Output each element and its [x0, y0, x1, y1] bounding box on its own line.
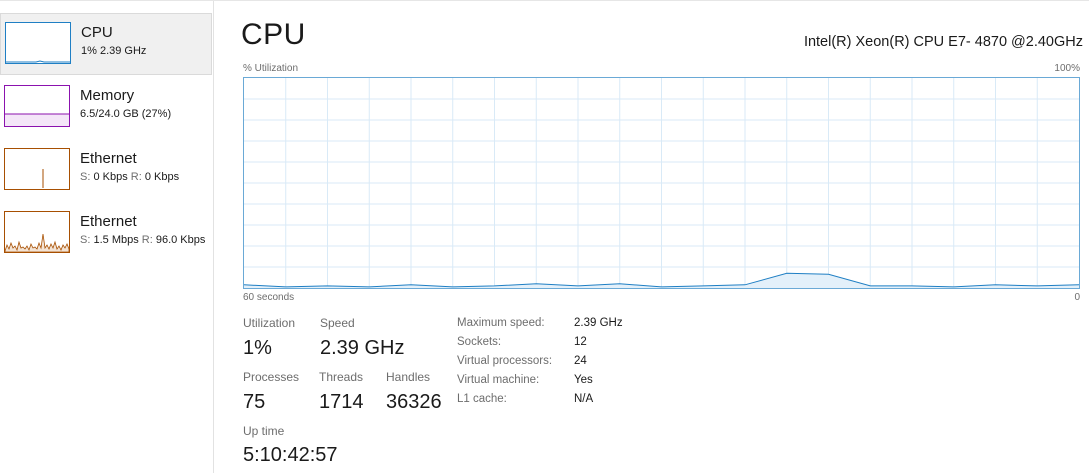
- sidebar-item-subtitle: 6.5/24.0 GB (27%): [80, 108, 172, 120]
- ethernet-thumbnail-graph: [4, 211, 70, 253]
- ethernet-thumbnail-graph: [4, 148, 70, 190]
- spec-label-virtual-processors: Virtual processors:: [457, 355, 553, 367]
- utilization-value: 1%: [243, 337, 272, 359]
- page-title: CPU: [241, 18, 306, 51]
- spec-label-virtual-machine: Virtual machine:: [457, 374, 540, 386]
- sidebar: CPU 1% 2.39 GHz Memory 6.5/24.0 GB (27%)…: [0, 1, 214, 473]
- x-axis-right-label: 0: [1074, 292, 1080, 303]
- sidebar-item-label: Memory: [80, 87, 135, 104]
- receive-value: 96.0 Kbps: [155, 234, 206, 246]
- cpu-utilization-graph: [243, 77, 1080, 289]
- spec-value-max-speed: 2.39 GHz: [574, 317, 623, 329]
- sidebar-item-label: Ethernet: [80, 213, 137, 230]
- processes-label: Processes: [243, 370, 300, 384]
- sidebar-item-subtitle: S: 1.5 Mbps R: 96.0 Kbps: [80, 234, 212, 246]
- sidebar-item-subtitle: S: 0 Kbps R: 0 Kbps: [80, 171, 212, 183]
- sidebar-item-subtitle: 1% 2.39 GHz: [81, 45, 147, 57]
- sidebar-item-ethernet-2[interactable]: Ethernet S: 1.5 Mbps R: 96.0 Kbps: [0, 203, 212, 265]
- spec-value-sockets: 12: [574, 336, 587, 348]
- y-axis-label: % Utilization: [243, 63, 299, 74]
- y-axis-max-label: 100%: [1054, 63, 1080, 74]
- spec-label-sockets: Sockets:: [457, 336, 502, 348]
- speed-value: 2.39 GHz: [320, 337, 405, 359]
- handles-label: Handles: [386, 370, 431, 384]
- cpu-thumbnail-graph: [5, 22, 71, 64]
- sidebar-item-cpu[interactable]: CPU 1% 2.39 GHz: [0, 13, 212, 75]
- spec-value-virtual-machine: Yes: [574, 374, 593, 386]
- threads-label: Threads: [319, 370, 364, 384]
- cpu-detail-panel: CPU Intel(R) Xeon(R) CPU E7- 4870 @2.40G…: [214, 1, 1089, 473]
- sidebar-item-label: Ethernet: [80, 150, 137, 167]
- spec-value-virtual-processors: 24: [574, 355, 587, 367]
- spec-label-l1-cache: L1 cache:: [457, 393, 507, 405]
- send-label: S:: [80, 234, 91, 246]
- uptime-value: 5:10:42:57: [243, 444, 338, 466]
- threads-value: 1714: [319, 391, 364, 413]
- handles-value: 36326: [386, 391, 442, 413]
- sidebar-item-memory[interactable]: Memory 6.5/24.0 GB (27%): [0, 77, 212, 139]
- sidebar-item-label: CPU: [81, 24, 113, 41]
- receive-label: R:: [130, 171, 142, 183]
- spec-label-max-speed: Maximum speed:: [457, 317, 545, 329]
- speed-label: Speed: [320, 316, 355, 330]
- receive-value: 0 Kbps: [144, 171, 180, 183]
- cpu-utilization-chart: [244, 78, 1079, 288]
- memory-thumbnail-graph: [4, 85, 70, 127]
- send-label: S:: [80, 171, 91, 183]
- x-axis-left-label: 60 seconds: [243, 292, 295, 303]
- cpu-model-name: Intel(R) Xeon(R) CPU E7- 4870 @2.40GHz: [803, 34, 1083, 50]
- sidebar-item-ethernet-1[interactable]: Ethernet S: 0 Kbps R: 0 Kbps: [0, 140, 212, 202]
- receive-label: R:: [141, 234, 153, 246]
- uptime-label: Up time: [243, 424, 285, 438]
- task-manager-performance: CPU 1% 2.39 GHz Memory 6.5/24.0 GB (27%)…: [0, 0, 1089, 473]
- processes-value: 75: [243, 391, 266, 413]
- spec-value-l1-cache: N/A: [574, 393, 594, 405]
- send-value: 0 Kbps: [93, 171, 128, 183]
- utilization-label: Utilization: [243, 316, 296, 330]
- send-value: 1.5 Mbps: [93, 234, 139, 246]
